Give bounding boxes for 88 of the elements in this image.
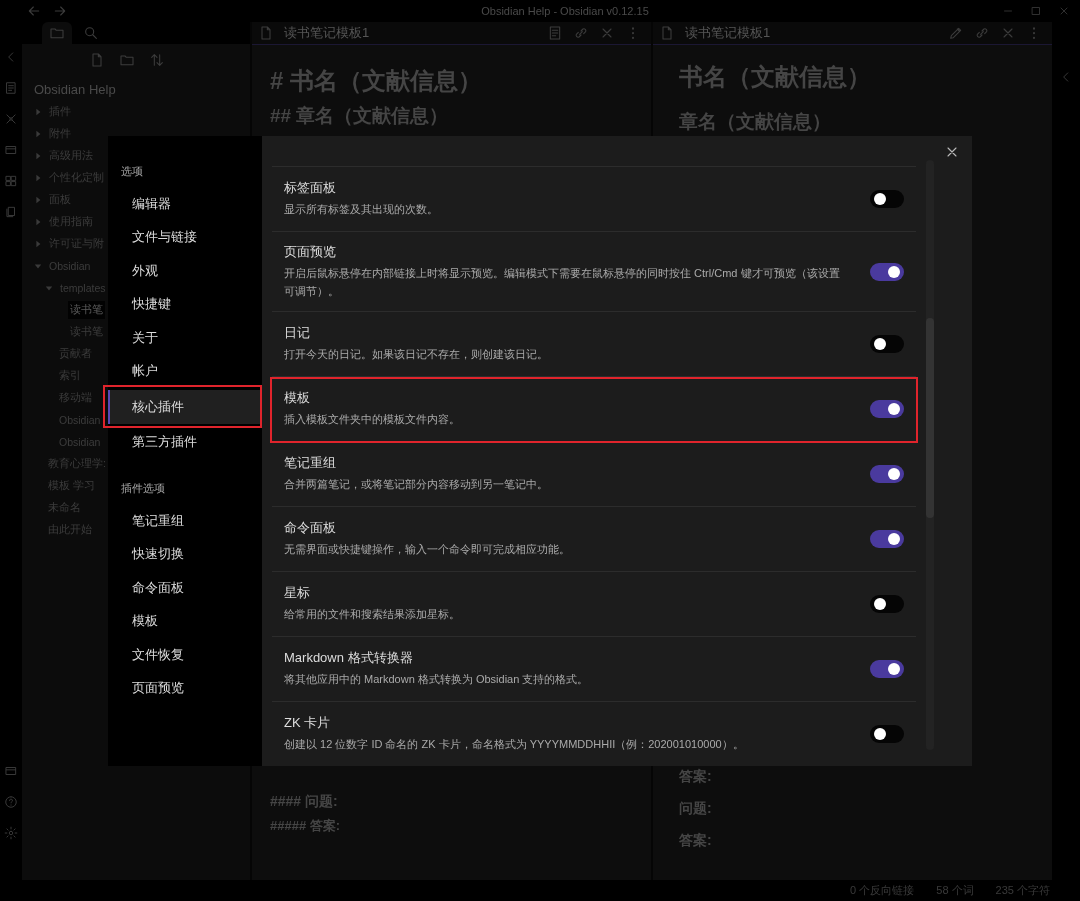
file-item[interactable]: 读书笔 bbox=[68, 301, 105, 319]
caret-icon[interactable] bbox=[34, 174, 42, 182]
caret-icon[interactable] bbox=[34, 152, 42, 160]
new-folder-icon[interactable] bbox=[119, 52, 135, 68]
section-heading: 插件选项 bbox=[120, 481, 165, 496]
cards-icon[interactable] bbox=[4, 143, 18, 157]
caret-icon[interactable] bbox=[34, 196, 42, 204]
back-icon[interactable] bbox=[26, 3, 42, 19]
plugin-name: 页面预览 bbox=[284, 243, 336, 261]
settings-icon[interactable] bbox=[4, 826, 18, 840]
settings-tab[interactable]: 笔记重组 bbox=[108, 504, 262, 538]
toggle-switch[interactable] bbox=[870, 465, 904, 484]
caret-icon[interactable] bbox=[34, 218, 42, 226]
settings-tab[interactable]: 关于 bbox=[108, 321, 262, 355]
note-heading: 问题: bbox=[679, 800, 713, 818]
plugin-description: 合并两篇笔记，或将笔记部分内容移动到另一笔记中。 bbox=[284, 477, 549, 493]
files-tab[interactable] bbox=[42, 22, 72, 44]
settings-tab[interactable]: 帐户 bbox=[108, 354, 262, 388]
note-heading: ##### 答案: bbox=[270, 817, 342, 835]
toggle-switch[interactable] bbox=[870, 335, 904, 354]
settings-tab[interactable]: 外观 bbox=[108, 254, 262, 288]
settings-tab[interactable]: 编辑器 bbox=[108, 187, 262, 221]
caret-icon[interactable] bbox=[34, 240, 42, 248]
plugin-name: 模板 bbox=[284, 389, 310, 408]
copy-icon[interactable] bbox=[4, 205, 18, 219]
toggle-switch[interactable] bbox=[870, 595, 904, 614]
cards-icon[interactable] bbox=[4, 764, 18, 778]
plugin-name: 标签面板 bbox=[284, 179, 336, 198]
caret-icon[interactable] bbox=[34, 130, 42, 138]
maximize-icon[interactable] bbox=[1030, 5, 1042, 17]
note-title[interactable]: 读书笔记模板1 bbox=[685, 24, 771, 42]
settings-tab[interactable]: 快捷键 bbox=[108, 287, 262, 321]
settings-tab[interactable]: 命令面板 bbox=[108, 571, 262, 605]
plugin-description: 开启后鼠标悬停在内部链接上时将显示预览。编辑模式下需要在鼠标悬停的同时按住 Ctrl/Cmd 键才可预览（该设置可调节）。 bbox=[284, 266, 841, 299]
toggle-switch[interactable] bbox=[870, 190, 904, 208]
caret-icon[interactable] bbox=[34, 108, 42, 116]
plugin-description: 无需界面或快捷键操作，输入一个命令即可完成相应功能。 bbox=[284, 542, 571, 558]
plugin-description: 创建以 12 位数字 ID 命名的 ZK 卡片，命名格式为 YYYYMMDDHHII（例：202001010000）。 bbox=[284, 737, 745, 753]
plugin-name: 笔记重组 bbox=[284, 454, 336, 473]
settings-tab[interactable]: 第三方插件 bbox=[108, 425, 262, 459]
note-title[interactable]: 读书笔记模板1 bbox=[284, 24, 370, 42]
plugin-description: 将其他应用中的 Markdown 格式转换为 Obsidian 支持的格式。 bbox=[284, 672, 590, 688]
settings-tab[interactable]: 快速切换 bbox=[108, 537, 262, 571]
sort-icon[interactable] bbox=[149, 52, 165, 68]
plugin-name: ZK 卡片 bbox=[284, 714, 331, 733]
plugin-name: 日记 bbox=[284, 324, 310, 343]
toggle-switch[interactable] bbox=[870, 725, 904, 744]
settings-tab[interactable]: 文件与链接 bbox=[108, 220, 262, 254]
note-heading: # 书名（文献信息） bbox=[270, 66, 483, 96]
document-icon[interactable] bbox=[4, 81, 18, 95]
plugin-name: Markdown 格式转换器 bbox=[284, 649, 413, 668]
section-heading: 选项 bbox=[120, 164, 143, 179]
toggle-switch[interactable] bbox=[870, 262, 904, 281]
grid-icon[interactable] bbox=[4, 174, 18, 188]
pencil-icon[interactable] bbox=[948, 25, 964, 41]
link-icon[interactable] bbox=[974, 25, 990, 41]
plugin-description: 插入模板文件夹中的模板文件内容。 bbox=[284, 412, 461, 428]
settings-tab[interactable]: 核心插件 bbox=[108, 390, 262, 424]
folder-icon bbox=[49, 25, 65, 41]
note-heading: #### 问题: bbox=[270, 793, 339, 811]
caret-icon[interactable] bbox=[45, 284, 53, 292]
toggle-switch[interactable] bbox=[870, 530, 904, 549]
help-icon[interactable] bbox=[4, 795, 18, 809]
plugin-description: 打开今天的日记。如果该日记不存在，则创建该日记。 bbox=[284, 347, 549, 363]
note-subheading: 章名（文献信息） bbox=[679, 110, 832, 134]
forward-icon[interactable] bbox=[52, 3, 68, 19]
window-title: Obsidian Help - Obsidian v0.12.15 bbox=[481, 5, 649, 17]
settings-tab[interactable]: 文件恢复 bbox=[108, 638, 262, 672]
toggle-switch[interactable] bbox=[870, 660, 904, 679]
note-heading: 书名（文献信息） bbox=[679, 62, 872, 92]
plugin-name: 命令面板 bbox=[284, 519, 336, 538]
plugin-description: 显示所有标签及其出现的次数。 bbox=[284, 202, 439, 218]
note-heading: 答案: bbox=[679, 832, 713, 850]
file-icon bbox=[659, 25, 675, 41]
toggle-switch[interactable] bbox=[870, 400, 904, 419]
document-icon[interactable] bbox=[547, 25, 563, 41]
plugin-description: 给常用的文件和搜索结果添加星标。 bbox=[284, 607, 461, 623]
link-icon[interactable] bbox=[573, 25, 589, 41]
search-icon bbox=[83, 25, 99, 41]
note-heading: 答案: bbox=[679, 768, 713, 786]
settings-tab[interactable]: 页面预览 bbox=[108, 671, 262, 705]
file-icon bbox=[258, 25, 274, 41]
settings-tab[interactable]: 模板 bbox=[108, 604, 262, 638]
plugin-name: 星标 bbox=[284, 584, 310, 603]
vault-name: Obsidian Help bbox=[34, 82, 116, 97]
caret-icon[interactable] bbox=[34, 262, 42, 270]
new-note-icon[interactable] bbox=[89, 52, 105, 68]
note-subheading: ## 章名（文献信息） bbox=[270, 104, 450, 128]
